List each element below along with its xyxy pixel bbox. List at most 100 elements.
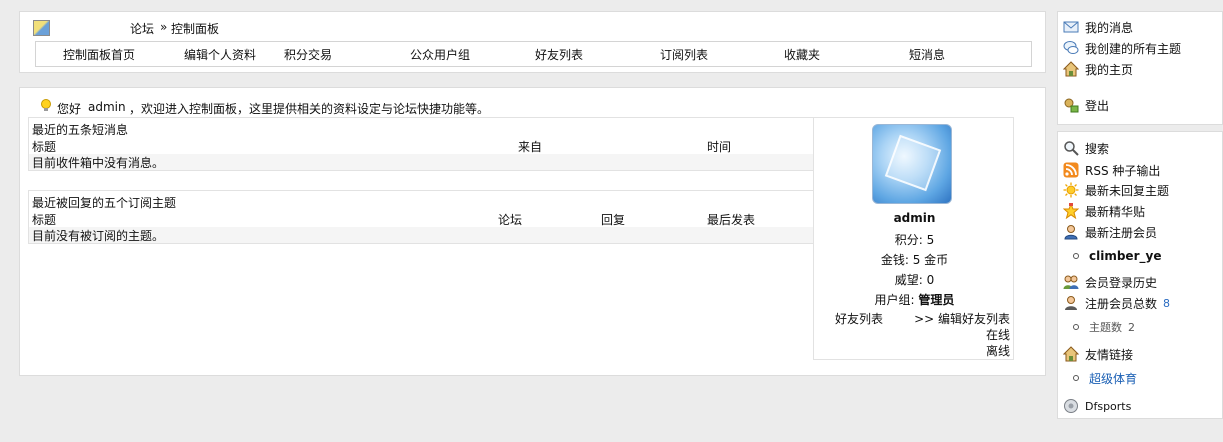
profile-prestige: 威望: 0 [814,271,1015,288]
nav-friends-list[interactable]: 好友列表 [535,46,583,63]
topics-count: 2 [1128,320,1135,334]
sidebar-item-my-topics[interactable]: 我创建的所有主题 [1063,39,1181,57]
welcome-greeting: 您好 [57,102,82,116]
main-content-panel: 您好 admin ，欢迎进入控制面板，这里提供相关的资料设定与论坛快捷功能等。 … [19,87,1046,376]
sidebar-item-label: 搜索 [1085,141,1110,156]
welcome-message: ，欢迎进入控制面板，这里提供相关的资料设定与论坛快捷功能等。 [129,102,490,116]
recent-messages-title: 最近的五条短消息 [32,123,129,137]
sidebar-item-latest-member[interactable]: 最新注册会员 [1063,223,1157,241]
sun-icon [1063,182,1079,198]
latest-member-entry[interactable]: climber_ye [1063,247,1161,265]
points-label: 积分: [894,233,923,247]
forum-tools-panel: 搜索 RSS 种子输出 最新未回复主题 最新精华贴 最新注册会员 climber… [1057,131,1223,419]
sidebar-item-latest-unreplied[interactable]: 最新未回复主题 [1063,181,1169,199]
nav-subscriptions[interactable]: 订阅列表 [660,46,708,63]
nav-public-groups[interactable]: 公众用户组 [410,46,470,63]
user-icon [1063,224,1079,240]
total-members-count: 8 [1163,296,1171,310]
sidebar-item-label: 注册会员总数 [1085,296,1158,311]
dfsports-label[interactable]: Dfsports [1085,400,1131,413]
sidebar-item-label: 我的主页 [1085,62,1134,77]
sidebar-item-label: 最新精华贴 [1085,204,1146,219]
breadcrumb-forum-link[interactable]: 论坛 [130,20,154,37]
col-header-last-post: 最后发表 [707,213,756,227]
profile-money: 金钱: 5 金币 [814,251,1015,268]
sidebar-item-my-messages[interactable]: 我的消息 [1063,18,1133,36]
sidebar-item-label: 我创建的所有主题 [1085,41,1182,56]
sidebar-item-latest-digest[interactable]: 最新精华贴 [1062,202,1146,220]
sidebar-item-login-history[interactable]: 会员登录历史 [1063,273,1157,291]
friend-link-super-sports[interactable]: 超级体育 [1089,370,1137,387]
profile-points: 积分: 5 [814,231,1015,248]
users-icon [1063,274,1079,290]
breadcrumb-separator: » [160,20,168,34]
nav-favorites[interactable]: 收藏夹 [784,46,820,63]
friend-link-entry[interactable]: 超级体育 [1063,369,1137,387]
col-header-replies: 回复 [601,213,626,227]
avatar[interactable] [872,124,952,204]
money-label: 金钱: [880,253,909,267]
sidebar-item-label: 最新未回复主题 [1085,183,1170,198]
rss-icon [1063,162,1079,178]
sidebar-item-label: 我的消息 [1085,20,1134,35]
group-label: 用户组: [874,293,915,307]
col-header-time: 时间 [707,140,732,154]
sidebar-item-label: 友情链接 [1085,347,1134,362]
nav-edit-profile[interactable]: 编辑个人资料 [184,46,256,63]
home-icon [1062,346,1080,362]
sidebar-item-label: 会员登录历史 [1085,275,1158,290]
speech-bubble-icon [1063,40,1079,56]
nav-short-messages[interactable]: 短消息 [909,46,945,63]
recent-subscriptions-section: 最近被回复的五个订阅主题 标题 论坛 回复 最后发表 目前没有被订阅的主题。 [28,190,814,244]
sidebar-item-friend-links[interactable]: 友情链接 [1062,345,1134,363]
col-header-forum: 论坛 [498,213,523,227]
col-header-from: 来自 [518,140,543,154]
group-value: 管理员 [918,293,955,307]
search-icon [1063,140,1079,156]
bullet-icon [1073,324,1079,330]
empty-message-row: 目前收件箱中没有消息。 [29,154,813,170]
col-header-title: 标题 [32,140,57,154]
forum-logo-icon[interactable] [33,20,50,36]
empty-subscription-row: 目前没有被订阅的主题。 [29,227,813,243]
recent-messages-section: 最近的五条短消息 标题 来自 时间 目前收件箱中没有消息。 [28,117,814,171]
home-icon [1062,61,1080,77]
dfsports-link[interactable]: Dfsports [1063,397,1131,415]
latest-member-name[interactable]: climber_ye [1089,249,1161,263]
subscriptions-empty-text: 目前没有被订阅的主题。 [32,229,165,243]
bullet-icon [1073,253,1079,259]
nav-control-panel-home[interactable]: 控制面板首页 [63,46,135,63]
prestige-label: 威望: [894,273,923,287]
sidebar-item-my-homepage[interactable]: 我的主页 [1062,60,1134,78]
sidebar-item-rss[interactable]: RSS 种子输出 [1063,161,1160,179]
nav-points-trade[interactable]: 积分交易 [284,46,332,63]
sidebar-item-search[interactable]: 搜索 [1063,139,1109,157]
topics-count-entry: 主题数 2 [1063,318,1135,336]
prestige-value: 0 [926,273,935,287]
welcome-username: admin [88,100,126,114]
dfsports-logo-icon [1063,398,1079,414]
topics-label: 主题数 [1089,321,1122,334]
user-links-panel: 我的消息 我创建的所有主题 我的主页 登出 [1057,11,1223,125]
sidebar-item-logout[interactable]: 登出 [1063,96,1109,114]
sidebar-item-total-members[interactable]: 注册会员总数 8 [1063,294,1170,312]
friends-list-label: 好友列表 [835,312,884,326]
breadcrumb-current: 控制面板 [171,22,220,36]
col-header-title: 标题 [32,213,57,227]
lightbulb-icon [40,99,52,116]
breadcrumb-panel: 论坛 » 控制面板 控制面板首页 编辑个人资料 积分交易 公众用户组 好友列表 … [19,11,1046,73]
offline-friends-label: 离线 [985,344,1010,358]
sidebar-item-label: 最新注册会员 [1085,225,1158,240]
edit-friends-link[interactable]: >> 编辑好友列表 [914,310,1010,327]
profile-username[interactable]: admin [814,211,1015,225]
bullet-icon [1073,375,1079,381]
recent-subscriptions-title: 最近被回复的五个订阅主题 [32,196,177,210]
sidebar-item-label: RSS 种子输出 [1085,163,1161,178]
logout-icon [1063,97,1079,113]
member-count-icon [1063,295,1079,311]
mail-icon [1063,19,1079,35]
sidebar-item-label: 登出 [1085,98,1110,113]
star-icon [1062,202,1080,220]
inbox-empty-text: 目前收件箱中没有消息。 [32,156,165,170]
profile-group: 用户组: 管理员 [814,291,1015,308]
